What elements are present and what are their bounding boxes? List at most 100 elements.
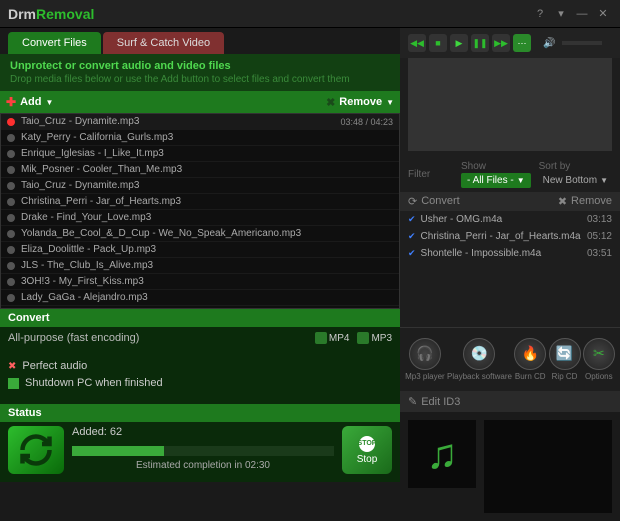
bullet-icon <box>7 246 15 254</box>
right-list[interactable]: ✔ Usher - OMG.m4a03:13 ✔Christina_Perri - … <box>400 211 620 327</box>
right-toolbar: ⟳ Convert ✖ Remove <box>400 192 620 211</box>
play-button[interactable]: ▶ <box>450 34 468 52</box>
header-section: Unprotect or convert audio and video fil… <box>0 54 400 91</box>
repeat-button[interactable]: ⋯ <box>513 34 531 52</box>
list-item[interactable]: ✔Shontelle - Impossible.m4a03:51 <box>400 245 620 262</box>
right-convert-label[interactable]: ⟳ Convert <box>408 195 460 208</box>
mp4-icon <box>315 332 327 344</box>
left-panel: Convert Files Surf & Catch Video Unprote… <box>0 28 400 521</box>
file-name: Taio_Cruz - Dynamite.mp3 <box>21 180 393 191</box>
file-name: Mik_Posner - Cooler_Than_Me.mp3 <box>21 164 393 175</box>
file-time: 03:48 / 04:23 <box>340 117 393 127</box>
minimize-button[interactable]: — <box>573 7 591 21</box>
check-icon: ✔ <box>408 214 416 225</box>
file-item[interactable]: Katy_Perry - California_Gurls.mp3 <box>1 130 399 146</box>
progress-bar <box>72 446 334 456</box>
list-item[interactable]: ✔Christina_Perri - Jar_of_Hearts.m4a05:1… <box>400 228 620 245</box>
options-area: ✖ Perfect audio Shutdown PC when finishe… <box>0 349 400 404</box>
status-eta: Estimated completion in 02:30 <box>72 460 334 471</box>
bullet-icon <box>7 214 15 222</box>
title-accent: Removal <box>36 6 94 22</box>
next-button[interactable]: ▶▶ <box>492 34 510 52</box>
file-name: Katy_Perry - California_Gurls.mp3 <box>21 132 393 143</box>
convert-preset-row: All-purpose (fast encoding) MP4 MP3 <box>0 327 400 349</box>
action-row: 🎧Mp3 player 💿Playback software 🔥Burn CD … <box>400 327 620 392</box>
pause-button[interactable]: ❚❚ <box>471 34 489 52</box>
file-item[interactable]: 3OH!3 - My_First_Kiss.mp3 <box>1 274 399 290</box>
shutdown-option[interactable]: Shutdown PC when finished <box>8 377 392 389</box>
right-panel: ◀◀ ■ ▶ ❚❚ ▶▶ ⋯ 🔊 Filter Show - All Files… <box>400 28 620 521</box>
tab-convert-files[interactable]: Convert Files <box>8 32 101 54</box>
burn-cd-button[interactable]: 🔥Burn CD <box>514 338 546 382</box>
volume-slider[interactable] <box>562 41 602 45</box>
bullet-icon <box>7 150 15 158</box>
file-list[interactable]: Taio_Cruz - Dynamite.mp303:48 / 04:23Kat… <box>0 113 400 309</box>
menu-down-button[interactable]: ▾ <box>552 7 570 21</box>
tools-icon: ✂ <box>583 338 615 370</box>
file-item[interactable]: Drake - Find_Your_Love.mp3 <box>1 210 399 226</box>
right-remove-button[interactable]: ✖ Remove <box>558 195 612 208</box>
check-icon: ✔ <box>408 248 416 259</box>
file-name: Lady_GaGa - Alejandro.mp3 <box>21 292 393 303</box>
options-button[interactable]: ✂Options <box>583 338 615 382</box>
file-item[interactable]: Lady_GaGa - Alejandro.mp3 <box>1 290 399 306</box>
bullet-icon <box>7 182 15 190</box>
file-item[interactable]: Christina_Perri - Jar_of_Hearts.mp3 <box>1 194 399 210</box>
filter-label: Filter <box>408 169 430 180</box>
item-time: 03:13 <box>587 214 612 225</box>
bullet-icon <box>7 166 15 174</box>
headphones-icon: 🎧 <box>409 338 441 370</box>
item-name: Usher - OMG.m4a <box>421 214 587 225</box>
file-item[interactable]: JLS - The_Club_Is_Alive.mp3 <box>1 258 399 274</box>
file-item[interactable]: Taio_Cruz - Dynamite.mp3 <box>1 178 399 194</box>
header-title: Unprotect or convert audio and video fil… <box>10 60 390 72</box>
show-select[interactable]: - All Files -▼ <box>461 173 531 188</box>
mp3-player-button[interactable]: 🎧Mp3 player <box>405 338 445 382</box>
edit-id3-header[interactable]: ✎ Edit ID3 <box>400 391 620 412</box>
id3-area: ♫ <box>400 412 620 521</box>
player-controls: ◀◀ ■ ▶ ❚❚ ▶▶ ⋯ 🔊 <box>400 28 620 58</box>
file-name: Christina_Perri - Jar_of_Hearts.mp3 <box>21 196 393 207</box>
help-button[interactable]: ? <box>531 7 549 21</box>
status-added: Added: 62 <box>72 426 334 438</box>
x-icon: ✖ <box>326 96 335 109</box>
rip-cd-button[interactable]: 🔄Rip CD <box>549 338 581 382</box>
pencil-icon: ✎ <box>408 395 417 408</box>
show-label: Show <box>461 161 531 172</box>
checkbox-checked-icon <box>8 378 19 389</box>
stop-player-button[interactable]: ■ <box>429 34 447 52</box>
x-icon: ✖ <box>8 361 16 372</box>
close-button[interactable]: ✕ <box>594 7 612 21</box>
file-name: 3OH!3 - My_First_Kiss.mp3 <box>21 276 393 287</box>
seek-slider[interactable] <box>408 58 612 151</box>
mp4-button[interactable]: MP4 <box>315 332 350 344</box>
tab-surf-catch[interactable]: Surf & Catch Video <box>103 32 224 54</box>
file-name: Enrique_Iglesias - I_Like_It.mp3 <box>21 148 393 159</box>
remove-button[interactable]: ✖ Remove ▼ <box>326 96 394 109</box>
perfect-audio-option[interactable]: ✖ Perfect audio <box>8 360 392 372</box>
mp3-button[interactable]: MP3 <box>357 332 392 344</box>
file-item[interactable]: Mik_Posner - Cooler_Than_Me.mp3 <box>1 162 399 178</box>
sort-select[interactable]: New Bottom▼ <box>539 173 612 188</box>
prev-button[interactable]: ◀◀ <box>408 34 426 52</box>
tabs: Convert Files Surf & Catch Video <box>0 28 400 54</box>
item-name: Shontelle - Impossible.m4a <box>421 248 587 259</box>
list-item[interactable]: ✔ Usher - OMG.m4a03:13 <box>400 211 620 228</box>
playback-software-button[interactable]: 💿Playback software <box>447 338 512 382</box>
chevron-down-icon: ▼ <box>386 98 394 107</box>
album-art: ♫ <box>408 420 476 488</box>
stop-button[interactable]: STOP Stop <box>342 426 392 474</box>
preset-select[interactable]: All-purpose (fast encoding) <box>8 332 307 344</box>
file-item[interactable]: Yolanda_Be_Cool_&_D_Cup - We_No_Speak_Am… <box>1 226 399 242</box>
file-item[interactable]: Taio_Cruz - Dynamite.mp303:48 / 04:23 <box>1 114 399 130</box>
titlebar: Drm Removal ? ▾ — ✕ <box>0 0 620 28</box>
file-name: Taio_Cruz - Dynamite.mp3 <box>21 116 340 127</box>
file-item[interactable]: Eliza_Doolittle - Pack_Up.mp3 <box>1 242 399 258</box>
file-item[interactable]: Enrique_Iglesias - I_Like_It.mp3 <box>1 146 399 162</box>
file-name: JLS - The_Club_Is_Alive.mp3 <box>21 260 393 271</box>
convert-header: Convert <box>0 309 400 327</box>
item-time: 05:12 <box>587 231 612 242</box>
status-header: Status <box>0 404 400 422</box>
add-button[interactable]: ✚ Add ▼ <box>6 95 53 109</box>
bullet-icon <box>7 262 15 270</box>
